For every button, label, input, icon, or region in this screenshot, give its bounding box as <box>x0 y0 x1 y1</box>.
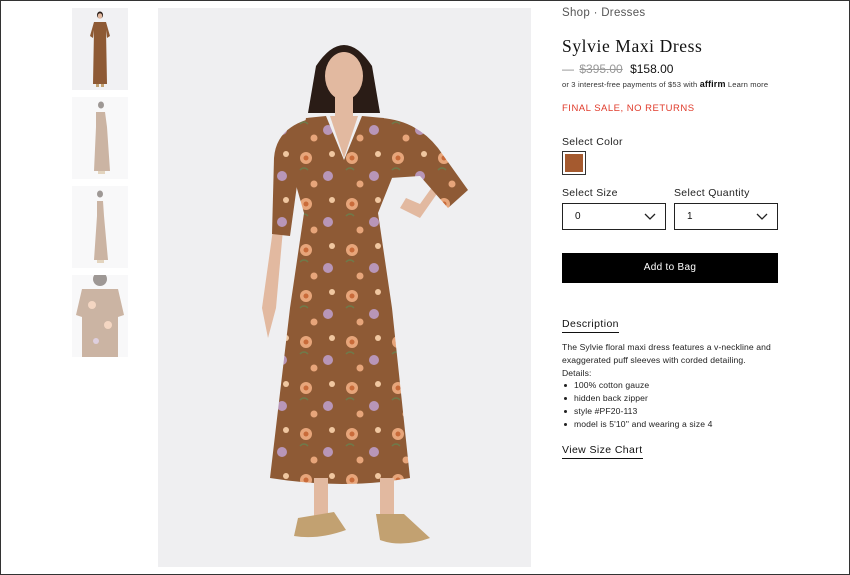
select-color-label: Select Color <box>562 136 623 148</box>
size-dropdown[interactable]: 0 <box>562 203 666 230</box>
breadcrumb-shop-link[interactable]: Shop <box>562 7 590 19</box>
final-sale-notice: FINAL SALE, NO RETURNS <box>562 103 695 114</box>
list-item: hidden back zipper <box>562 392 782 405</box>
color-swatch-fill <box>565 154 583 172</box>
list-item: style #PF20-113 <box>562 405 782 418</box>
description-tab[interactable]: Description <box>562 318 619 333</box>
affirm-learn-more-link[interactable]: Learn more <box>728 80 768 89</box>
chevron-down-icon <box>644 213 656 220</box>
details-list: 100% cotton gauze hidden back zipper sty… <box>562 379 782 430</box>
breadcrumb-separator: · <box>593 7 598 19</box>
price-row: — $395.00 $158.00 <box>562 62 673 76</box>
thumbnail-detail-image <box>76 275 124 357</box>
model-dress-illustration <box>262 45 468 544</box>
affirm-logo: affirm <box>699 79 726 89</box>
details-label: Details: <box>562 367 592 378</box>
color-swatch[interactable] <box>562 151 586 175</box>
select-size-label: Select Size <box>562 187 618 199</box>
affirm-financing: or 3 interest-free payments of $53 with … <box>562 79 768 89</box>
description-body: The Sylvie floral maxi dress features a … <box>562 341 782 431</box>
thumbnail-gallery <box>72 8 128 364</box>
affirm-text: or 3 interest-free payments of $53 with <box>562 80 698 89</box>
price-dash: — <box>562 62 574 76</box>
thumbnail-side-image <box>94 101 110 174</box>
thumbnail-front[interactable] <box>72 8 128 90</box>
quantity-value: 1 <box>687 211 693 222</box>
select-quantity-label: Select Quantity <box>674 187 750 199</box>
thumbnail-detail[interactable] <box>72 275 128 357</box>
main-product-image[interactable] <box>158 8 531 567</box>
size-value: 0 <box>575 211 581 222</box>
product-title: Sylvie Maxi Dress <box>562 36 703 56</box>
list-item: model is 5'10'' and wearing a size 4 <box>562 418 782 431</box>
view-size-chart-link[interactable]: View Size Chart <box>562 444 643 459</box>
breadcrumb-dresses-link[interactable]: Dresses <box>601 7 645 19</box>
add-to-bag-button[interactable]: Add to Bag <box>562 253 778 283</box>
sale-price: $158.00 <box>630 62 674 76</box>
breadcrumb: Shop · Dresses <box>562 7 645 19</box>
quantity-dropdown[interactable]: 1 <box>674 203 778 230</box>
thumbnail-front-image <box>90 11 110 87</box>
thumbnail-profile[interactable] <box>72 186 128 268</box>
thumbnail-profile-image <box>94 190 108 263</box>
chevron-down-icon <box>756 213 768 220</box>
description-text: The Sylvie floral maxi dress features a … <box>562 342 771 365</box>
original-price: $395.00 <box>579 62 623 76</box>
thumbnail-side[interactable] <box>72 97 128 179</box>
list-item: 100% cotton gauze <box>562 379 782 392</box>
